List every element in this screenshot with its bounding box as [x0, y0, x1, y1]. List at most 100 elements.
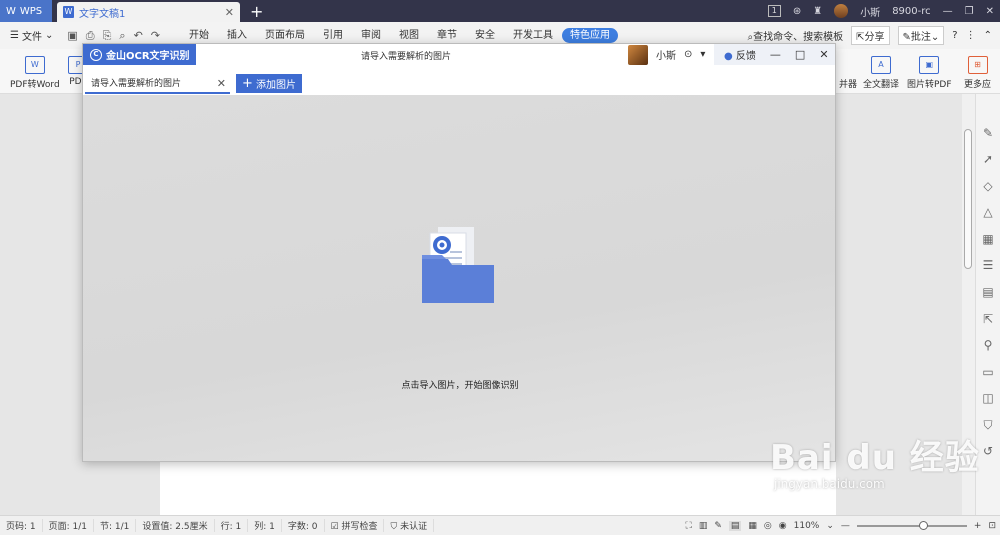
ocr-drop-area[interactable]: 点击导入图片，开始图像识别 — [83, 95, 835, 461]
zoom-slider-knob[interactable] — [918, 521, 928, 530]
status-col: 列: 1 — [248, 519, 282, 532]
command-search[interactable]: ⌕查找命令、搜索模板 — [748, 28, 844, 43]
image-to-pdf-label: 图片转PDF — [907, 80, 952, 90]
baidu-watermark: Bai du 经验 jingyan.baidu.com — [770, 430, 980, 491]
more-options-icon[interactable]: ⋮ — [966, 30, 976, 41]
zoom-value[interactable]: 110% — [794, 521, 820, 531]
skin-icon[interactable]: ⊛ — [793, 6, 801, 17]
user-menu-icon[interactable]: ▾ — [700, 49, 705, 60]
spellcheck-icon: ☑ — [330, 522, 342, 532]
spell-check[interactable]: ☑ 拼写检查 — [325, 519, 385, 532]
zoom-slider[interactable] — [856, 521, 967, 530]
feedback-icon: ● — [724, 51, 733, 62]
wps-home-tab[interactable]: W WPS — [0, 0, 52, 22]
reading-mode-icon[interactable]: ▥ — [699, 521, 708, 531]
full-translate-button[interactable]: A 全文翻译 — [863, 56, 899, 90]
collapse-ribbon-icon[interactable]: ⌃ — [984, 30, 992, 41]
user-avatar[interactable] — [834, 4, 849, 18]
ocr-feedback-bar: ● 反馈 — □ ✕ — [714, 44, 835, 65]
new-tab-button[interactable]: + — [250, 2, 263, 21]
share-icon: ⇱ — [856, 32, 865, 43]
zoom-in-icon[interactable]: + — [974, 521, 982, 531]
ocr-user-name[interactable]: 小斯 — [656, 47, 676, 62]
document-tab-label: 文字文稿1 — [79, 8, 126, 20]
style-icon[interactable]: △ — [981, 205, 995, 219]
status-setting[interactable]: 设置值: 2.5厘米 — [136, 519, 215, 532]
share-doc-icon[interactable]: ⇱ — [981, 312, 995, 326]
more-apps-button[interactable]: ⊞ 更多应 — [964, 56, 991, 90]
write-mode-icon[interactable]: ✎ — [714, 521, 722, 531]
pdf-to-word-button[interactable]: W PDF转Word — [10, 56, 60, 90]
web-view-icon[interactable]: ◎ — [764, 521, 772, 531]
close-tab-icon[interactable]: ✕ — [225, 6, 234, 19]
status-page-no[interactable]: 页码: 1 — [0, 519, 43, 532]
add-image-label: 添加图片 — [255, 80, 296, 91]
file-menu[interactable]: ☰ 文件 ⌄ — [10, 28, 53, 43]
table-icon[interactable]: ▦ — [981, 232, 995, 246]
print-icon[interactable]: ⎘ — [103, 29, 112, 43]
help-icon[interactable]: ? — [952, 30, 957, 41]
feedback-button[interactable]: ● 反馈 — [724, 47, 756, 62]
user-name[interactable]: 小斯 — [860, 4, 880, 19]
ocr-avatar[interactable] — [628, 44, 648, 65]
spell-check-label: 拼写检查 — [341, 522, 378, 532]
watermark-url: jingyan.baidu.com — [774, 477, 885, 491]
share-label: 分享 — [864, 32, 885, 43]
auth-status[interactable]: ⛉ 未认证 — [384, 519, 435, 532]
outline-view-icon[interactable]: ▦ — [748, 521, 757, 531]
redo-icon[interactable]: ↷ — [151, 29, 160, 43]
shield-icon[interactable]: ⛉ — [981, 418, 995, 432]
comment-button[interactable]: ✎批注⌄ — [897, 26, 945, 45]
vip-icon[interactable]: ⊙ — [684, 49, 692, 60]
scrollbar-thumb[interactable] — [964, 129, 972, 269]
command-search-label: 查找命令、搜索模板 — [753, 32, 844, 43]
share-button[interactable]: ⇱分享 — [851, 26, 890, 45]
ocr-maximize-icon[interactable]: □ — [795, 48, 805, 61]
save-icon[interactable]: ▣ — [67, 29, 77, 43]
undo-icon[interactable]: ↶ — [134, 29, 143, 43]
image-to-pdf-button[interactable]: ▣ 图片转PDF — [907, 56, 952, 90]
close-window-icon[interactable]: ✕ — [986, 6, 994, 17]
minimize-icon[interactable]: — — [943, 6, 953, 17]
fit-page-icon[interactable]: ⊡ — [988, 521, 996, 531]
eye-protect-icon[interactable]: ◉ — [779, 521, 787, 531]
titlebar-right-controls: 1 ⊛ ♜ 小斯 8900-rc — ❐ ✕ — [762, 0, 1000, 22]
page-view-icon[interactable]: ▤ — [728, 521, 742, 531]
ocr-tab-close-icon[interactable]: ✕ — [217, 74, 226, 94]
document-tab[interactable]: W 文字文稿1 ✕ — [57, 2, 240, 22]
status-pages[interactable]: 页面: 1/1 — [43, 519, 95, 532]
ocr-user[interactable]: 小斯 ⊙ ▾ — [628, 44, 705, 65]
ocr-minimize-icon[interactable]: — — [770, 48, 781, 61]
ocr-close-icon[interactable]: ✕ — [819, 48, 828, 61]
merge-tool-button[interactable]: 并器 — [838, 56, 858, 90]
version-label: 8900-rc — [892, 5, 931, 17]
link-icon[interactable]: ⚲ — [981, 338, 995, 352]
ocr-brand-label: 金山OCR文字识别 — [106, 51, 190, 62]
add-image-button[interactable]: + 添加图片 — [236, 74, 302, 93]
shield-check-icon: ⛉ — [390, 522, 401, 532]
folder-import-icon[interactable] — [420, 225, 496, 305]
ocr-image-tab[interactable]: 请导入需要解析的图片 ✕ — [85, 74, 230, 94]
title-bar: W WPS W 文字文稿1 ✕ + 1 ⊛ ♜ 小斯 8900-rc — ❐ ✕ — [0, 0, 1000, 22]
status-words[interactable]: 字数: 0 — [282, 519, 325, 532]
zoom-dropdown-icon[interactable]: ⌄ — [826, 521, 834, 531]
settings-icon[interactable]: ☰ — [981, 258, 995, 272]
tab-count-badge[interactable]: 1 — [767, 5, 781, 17]
shapes-icon[interactable]: ◇ — [981, 179, 995, 193]
edit-icon[interactable]: ✎ — [981, 126, 995, 140]
history-icon[interactable]: ↺ — [981, 444, 995, 458]
export-pdf-icon[interactable]: ⎙ — [86, 29, 95, 43]
backup-icon[interactable]: ◫ — [981, 391, 995, 405]
tab-special-apps[interactable]: 特色应用 — [562, 28, 618, 43]
ocr-title: 请导入需要解析的图片 — [361, 52, 452, 62]
print-preview-icon[interactable]: ⌕ — [119, 29, 125, 43]
archive-icon[interactable]: ▭ — [981, 365, 995, 379]
shirt-icon[interactable]: ♜ — [813, 6, 822, 17]
translate-icon: A — [871, 56, 891, 74]
zoom-out-icon[interactable]: — — [841, 521, 850, 531]
gallery-icon[interactable]: ▤ — [981, 285, 995, 299]
select-cursor-icon[interactable]: ➚ — [981, 152, 995, 166]
fullscreen-icon[interactable]: ⛶ — [686, 521, 692, 531]
restore-icon[interactable]: ❐ — [965, 6, 974, 17]
status-section[interactable]: 节: 1/1 — [94, 519, 137, 532]
